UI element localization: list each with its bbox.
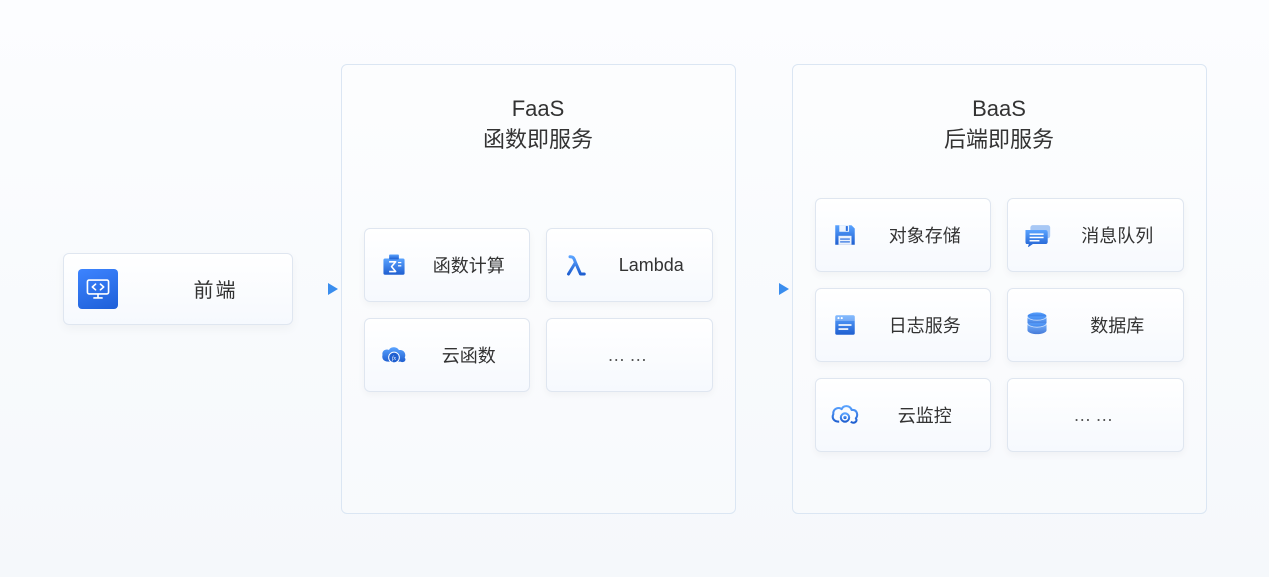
card-object-storage: 对象存储 xyxy=(815,198,992,272)
cloud-monitor-icon xyxy=(830,400,860,430)
card-ellipsis: …… xyxy=(1007,378,1184,452)
card-label: 云监控 xyxy=(874,402,977,428)
faas-grid: 函数计算 Lambda fx 云函数 …… xyxy=(364,228,713,392)
card-log-service: 日志服务 xyxy=(815,288,992,362)
lambda-icon xyxy=(561,250,591,280)
card-label: 消息队列 xyxy=(1066,222,1169,248)
cloud-fx-icon: fx xyxy=(379,340,409,370)
card-label: 日志服务 xyxy=(874,312,977,338)
svg-text:fx: fx xyxy=(391,355,396,362)
message-queue-icon xyxy=(1022,220,1052,250)
faas-panel: FaaS 函数即服务 函数计算 xyxy=(341,64,736,514)
card-label: 函数计算 xyxy=(423,252,516,278)
card-cloud-monitor: 云监控 xyxy=(815,378,992,452)
card-cloud-function: fx 云函数 xyxy=(364,318,531,392)
arrow-icon xyxy=(736,279,792,299)
database-icon xyxy=(1022,310,1052,340)
card-label: 云函数 xyxy=(423,342,516,368)
card-message-queue: 消息队列 xyxy=(1007,198,1184,272)
card-label: 数据库 xyxy=(1066,312,1169,338)
baas-title: BaaS 后端即服务 xyxy=(944,93,1054,157)
card-function-compute: 函数计算 xyxy=(364,228,531,302)
card-lambda: Lambda xyxy=(546,228,713,302)
card-label: …… xyxy=(1022,405,1169,426)
card-ellipsis: …… xyxy=(546,318,713,392)
log-icon xyxy=(830,310,860,340)
save-icon xyxy=(830,220,860,250)
frontend-label: 前端 xyxy=(154,274,278,303)
faas-title-line1: FaaS xyxy=(483,93,593,125)
frontend-card: 前端 xyxy=(63,253,293,325)
code-monitor-icon xyxy=(78,269,118,309)
baas-title-line2: 后端即服务 xyxy=(944,124,1054,156)
card-label: 对象存储 xyxy=(874,222,977,248)
baas-grid: 对象存储 消息队列 xyxy=(815,198,1184,452)
faas-title: FaaS 函数即服务 xyxy=(483,93,593,157)
sigma-icon xyxy=(379,250,409,280)
baas-panel: BaaS 后端即服务 对象存储 xyxy=(792,64,1207,514)
arrow-icon xyxy=(293,279,341,299)
card-label: …… xyxy=(561,345,698,366)
baas-title-line1: BaaS xyxy=(944,93,1054,125)
faas-title-line2: 函数即服务 xyxy=(483,124,593,156)
card-label: Lambda xyxy=(605,255,698,276)
card-database: 数据库 xyxy=(1007,288,1184,362)
